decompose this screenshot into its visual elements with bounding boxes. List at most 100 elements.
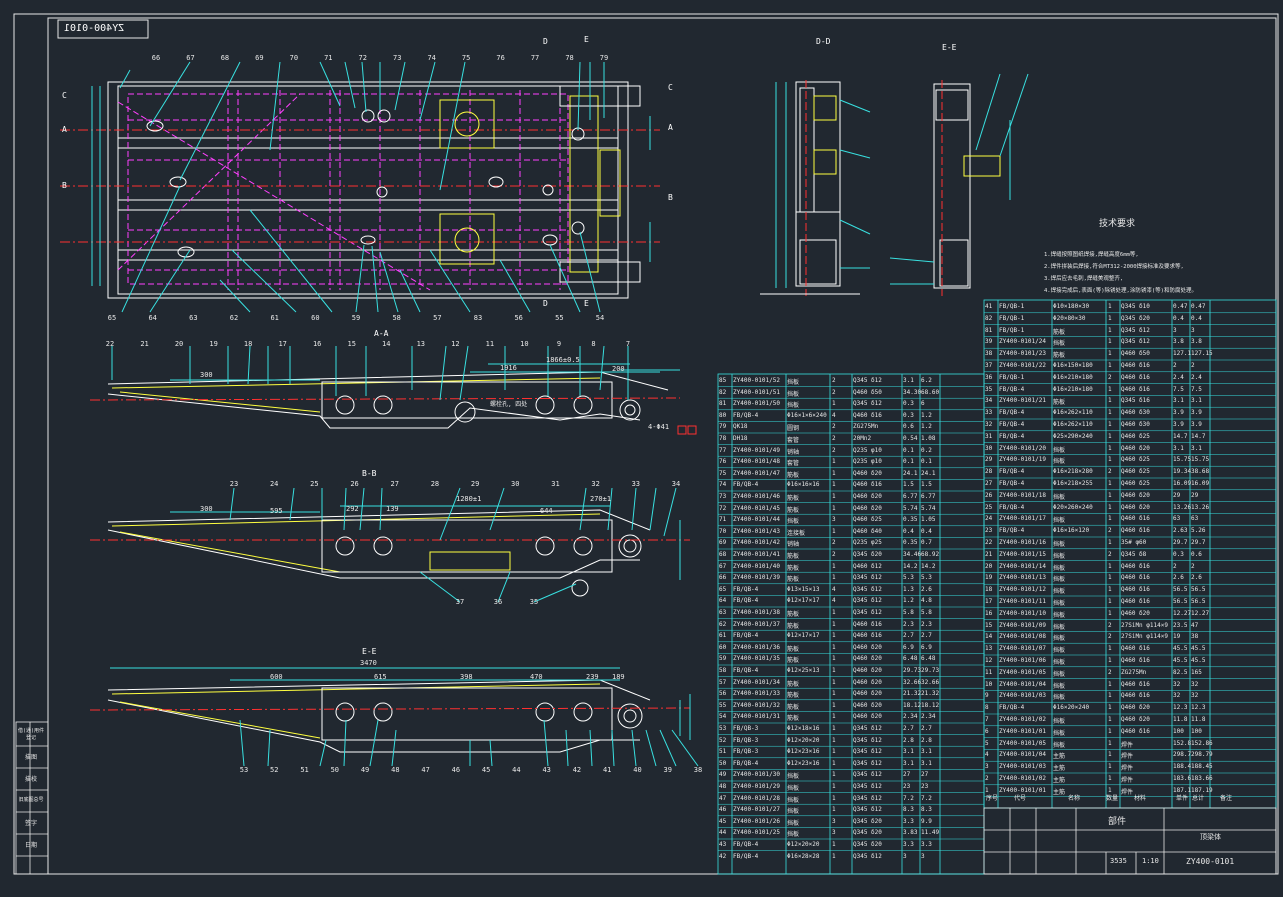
- bom-cell: Φ20×80×30: [1053, 314, 1086, 322]
- bom-cell: 35: [985, 385, 993, 393]
- balloon-label: 18: [243, 340, 253, 348]
- balloon-label: 15: [347, 340, 356, 348]
- bom-cell: 6.48: [903, 655, 918, 663]
- bom-cell: 17: [985, 598, 993, 605]
- bom-row: 43 FB/QB-4 Φ12×20×20 1 Q345 δ20 3.3 3.3: [718, 839, 984, 850]
- bom-cell: ZY400-0101/41: [733, 551, 780, 558]
- bom-cell: 2: [1191, 562, 1195, 570]
- bom-cell: 54: [719, 713, 727, 721]
- bom-cell: 45.5: [1191, 657, 1206, 664]
- bom-cell: 1: [1108, 421, 1112, 428]
- bom-cell: 77: [719, 446, 727, 454]
- bom-cell: 1: [832, 678, 836, 686]
- balloon-label: 45: [481, 766, 491, 774]
- bom-cell: ZY400-0101/47: [733, 469, 780, 477]
- bom-cell: Q345 δ12: [853, 771, 882, 779]
- marker-e-top: E: [584, 35, 589, 44]
- bom-cell: ZY400-0101/28: [733, 794, 780, 802]
- bom-cell: FB/QB-4: [999, 409, 1025, 417]
- bom-cell: ZY400-0101/15: [999, 550, 1046, 558]
- bom-cell: 21.32: [921, 690, 940, 698]
- bom-cell: 29.73: [903, 667, 921, 674]
- bom-cell: 63: [1191, 515, 1199, 523]
- bom-cell: Q460 δ50: [853, 388, 882, 396]
- bom-cell: FB/QB-3: [733, 748, 759, 756]
- bom-cell: 48: [719, 783, 727, 790]
- bom-cell: 挡板: [1053, 682, 1066, 690]
- bom-cell: FB/QB-4: [999, 503, 1025, 511]
- bom-cell: FB/QB-4: [999, 527, 1025, 535]
- bom-cell: Q460 δ20: [1121, 716, 1150, 723]
- bom-row: 10 ZY400-0101/04 挡板 1 Q460 δ16 32 32: [984, 679, 1276, 690]
- balloon-label: 53: [239, 766, 249, 774]
- bom-cell: 27: [903, 771, 911, 779]
- sv1-note: 螺栓孔, 四处: [490, 401, 528, 408]
- bom-cell: 3.1: [903, 759, 914, 767]
- bom-cell: Q345 δ20: [853, 817, 882, 825]
- bom-cell: 1.2: [903, 597, 914, 605]
- bom-cell: 38.68: [1191, 468, 1210, 476]
- bom-cell: 5.8: [921, 609, 932, 616]
- strip-label-3: 旧底图总号: [18, 797, 44, 803]
- bom-cell: Q460 δ16: [1121, 727, 1150, 735]
- bom-row: 62 ZY400-0101/37 筋板 1 Q460 δ16 2.3 2.3: [718, 619, 984, 630]
- bom-cell: Q235 φ10: [853, 446, 882, 454]
- bom-cell: ZY400-0101/25: [733, 829, 780, 837]
- balloon-label: 8: [591, 340, 596, 348]
- bom-cell: ZY400-0101/32: [733, 701, 780, 709]
- title-drawing-no: ZY400-0101: [1186, 857, 1235, 866]
- bom-row: 72 ZY400-0101/45 筋板 1 Q460 δ20 5.74 5.74: [718, 503, 984, 514]
- balloon-label: 29: [470, 480, 480, 488]
- bom-cell: Q460 δ16: [1121, 657, 1150, 664]
- bom-cell: 主筋: [1053, 777, 1066, 784]
- balloon-label: 67: [186, 54, 195, 62]
- bom-cell: 0.47: [1173, 303, 1188, 310]
- balloon-label: 32: [591, 480, 600, 488]
- bom-cell: FB/QB-4: [733, 852, 759, 860]
- balloon-label: 71: [324, 54, 333, 62]
- bom-cell: Φ16×210×180: [1053, 373, 1093, 381]
- bom-cell: ZY400-0101/18: [999, 491, 1046, 499]
- bom-row: 18 ZY400-0101/12 挡板 1 Q460 δ16 56.5 56.5: [984, 584, 1276, 595]
- bom-cell: 挡板: [1053, 517, 1066, 525]
- bom-row: 12 ZY400-0101/06 挡板 1 Q460 δ16 45.5 45.5: [984, 655, 1276, 666]
- bom-cell: 3.1: [1173, 444, 1184, 452]
- bom-cell: 2: [832, 551, 836, 558]
- bom-cell: 2.8: [921, 736, 932, 744]
- bom-cell: 8.3: [903, 806, 914, 814]
- bom-cell: 23.5: [1173, 621, 1188, 629]
- bom-cell: ZY400-0101/48: [733, 458, 780, 466]
- bom-cell: Φ16×16×120: [1053, 527, 1090, 535]
- bom-cell: ZY400-0101/50: [733, 400, 780, 408]
- bom-cell: 1: [1108, 786, 1112, 794]
- bom-cell: 32.66: [921, 678, 940, 686]
- bom-cell: 挡板: [1053, 694, 1066, 702]
- bom-cell: 61: [719, 632, 727, 640]
- bom-cell: 1: [985, 786, 989, 794]
- bom-cell: 70: [719, 527, 727, 535]
- bom-cell: 4: [985, 751, 989, 759]
- sv2-dim-2: 292: [346, 505, 359, 513]
- bom-cell: 29.7: [1191, 539, 1206, 546]
- bom-cell: 3: [832, 516, 836, 524]
- bom-cell: 6.77: [903, 493, 918, 500]
- bom-cell: 2.6: [1191, 574, 1202, 582]
- plan-bottom-balloons: 65 64 63 62 61 60 59 58 57 83 56 55 54: [0, 314, 700, 326]
- bom-cell: 12: [985, 657, 993, 664]
- bom-cell: 0.3: [1173, 550, 1184, 558]
- bom-cell: 挡板: [1053, 493, 1066, 501]
- bom-cell: ZY400-0101/38: [733, 609, 780, 616]
- marker-b-right: B: [668, 193, 673, 202]
- bom-row: 9 ZY400-0101/03 挡板 1 Q460 δ16 32 32: [984, 690, 1276, 701]
- bom-cell: 1: [832, 806, 836, 814]
- bom-cell: 68.92: [921, 551, 940, 558]
- bom-cell: 45: [719, 817, 727, 825]
- bom-cell: 5.8: [903, 609, 914, 616]
- bom-cell: ZY400-0101/40: [733, 562, 780, 570]
- bom-header-cell: 备注: [1220, 795, 1233, 802]
- bom-header-cell: 材料: [1134, 795, 1147, 802]
- balloon-label: 79: [599, 54, 609, 62]
- bom-cell: 挡板: [787, 518, 800, 526]
- bom-cell: ZY400-0101/03: [999, 763, 1046, 771]
- bom-cell: 1: [1108, 362, 1112, 369]
